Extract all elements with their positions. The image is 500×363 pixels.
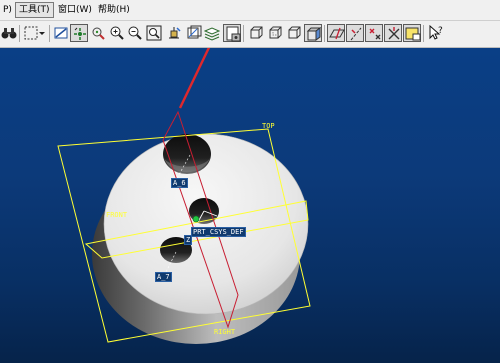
no-hidden-icon[interactable] xyxy=(285,24,303,42)
spin-center-icon[interactable] xyxy=(70,24,88,42)
context-help-icon[interactable]: ? xyxy=(427,24,445,42)
zoom-fit-icon[interactable] xyxy=(145,24,163,42)
datum-point-icon[interactable] xyxy=(365,24,383,42)
model-display-icon[interactable] xyxy=(223,24,241,42)
annotation-icon[interactable] xyxy=(403,24,421,42)
plane-label-front: FRONT xyxy=(106,211,128,219)
menu-item-help[interactable]: 帮助(H) xyxy=(95,2,133,18)
tag-csys-badge[interactable]: Z xyxy=(184,235,193,245)
zoom-in-icon[interactable] xyxy=(108,24,126,42)
menu-item-tools[interactable]: 工具(T) xyxy=(15,2,54,18)
menu-item-window[interactable]: 窗口(W) xyxy=(55,2,95,18)
graphics-window[interactable]: TOP FRONT RIGHT A_6 PRT_CSYS_DEF Z A_7 xyxy=(0,48,500,363)
plane-label-right: RIGHT xyxy=(214,328,236,336)
tag-csys[interactable]: PRT_CSYS_DEF xyxy=(191,227,246,237)
binoculars-icon[interactable] xyxy=(0,24,18,42)
menu-bar: P) 工具(T) 窗口(W) 帮助(H) xyxy=(0,0,500,21)
datum-axis-icon[interactable] xyxy=(346,24,364,42)
toolbar: ? xyxy=(0,21,500,48)
plane-label-top: TOP xyxy=(262,122,275,130)
model-scene xyxy=(57,48,311,344)
hidden-line-icon[interactable] xyxy=(266,24,284,42)
zoom-out-icon[interactable] xyxy=(126,24,144,42)
repaint-icon[interactable] xyxy=(52,24,70,42)
datum-plane-icon[interactable] xyxy=(327,24,345,42)
orient-mode-icon[interactable] xyxy=(89,24,107,42)
saved-views-icon[interactable] xyxy=(185,24,203,42)
svg-text:?: ? xyxy=(438,26,443,36)
layers-icon[interactable] xyxy=(203,24,221,42)
tag-axis-a6[interactable]: A_6 xyxy=(171,178,188,188)
toolbar-separator xyxy=(423,25,424,42)
wireframe-icon[interactable] xyxy=(247,24,265,42)
toolbar-separator xyxy=(324,25,325,42)
coordinate-system-icon[interactable] xyxy=(384,24,402,42)
menu-item-prev[interactable]: P) xyxy=(0,2,15,18)
tag-axis-a7[interactable]: A_7 xyxy=(155,272,172,282)
reorient-icon[interactable] xyxy=(165,24,183,42)
toolbar-separator xyxy=(49,25,50,42)
toolbar-separator xyxy=(243,25,244,42)
toolbar-separator xyxy=(19,25,20,42)
chevron-down-icon[interactable] xyxy=(38,24,46,42)
shading-icon[interactable] xyxy=(304,24,322,42)
callout-arrow xyxy=(178,48,211,109)
